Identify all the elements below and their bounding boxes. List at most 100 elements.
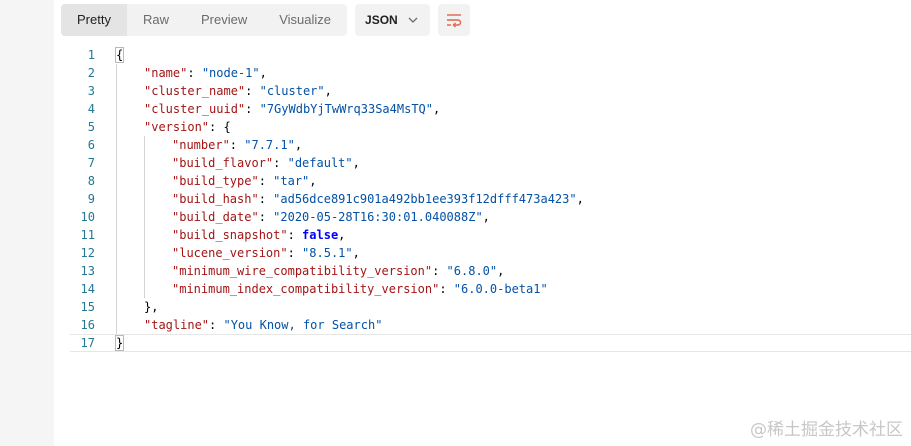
- code-line-content: {: [114, 46, 125, 64]
- code-line-content: },: [144, 298, 158, 316]
- code-line: 13 "minimum_wire_compatibility_version": …: [70, 262, 911, 280]
- code-line: 5 "version": {: [70, 118, 911, 136]
- json-code-viewer[interactable]: 1{2 "name": "node-1", 3 "cluster_name": "cl…: [70, 46, 911, 352]
- json-punctuation: },: [144, 300, 159, 314]
- line-number: 14: [80, 282, 95, 296]
- line-number: 17: [80, 336, 95, 350]
- json-punctuation: ,: [309, 174, 317, 188]
- tab-pretty[interactable]: Pretty: [61, 4, 127, 36]
- json-key: "version": [144, 120, 210, 134]
- indent-guide: [144, 244, 145, 262]
- json-punctuation: :: [245, 102, 260, 116]
- indent-guide: [144, 136, 145, 154]
- code-line-content: "cluster_uuid": "7GyWdbYjTwWrq33Sa4MsTQ"…: [144, 100, 440, 118]
- code-line: 8 "build_type": "tar",: [70, 172, 911, 190]
- indent-guide: [116, 136, 117, 154]
- line-number: 1: [87, 48, 95, 62]
- line-number: 11: [80, 228, 95, 242]
- json-key: "cluster_uuid": [144, 102, 246, 116]
- indent-guide: [116, 100, 117, 118]
- json-string-value: "6.0.0-beta1": [453, 282, 548, 296]
- json-key: "name": [144, 66, 188, 80]
- code-line: 16 "tagline": "You Know, for Search": [70, 316, 911, 334]
- watermark: @稀土掘金技术社区: [750, 420, 903, 440]
- indent-guide: [116, 262, 117, 280]
- code-line-content: "build_type": "tar",: [172, 172, 317, 190]
- code-line-content: "minimum_wire_compatibility_version": "6…: [172, 262, 504, 280]
- code-line-content: "tagline": "You Know, for Search": [144, 316, 382, 334]
- json-punctuation: :: [287, 228, 303, 242]
- line-number: 3: [87, 84, 95, 98]
- json-punctuation: ,: [482, 210, 490, 224]
- indent-guide: [116, 172, 117, 190]
- json-string-value: "tar": [273, 174, 310, 188]
- line-number: 13: [80, 264, 95, 278]
- code-line: 1{: [70, 46, 911, 64]
- code-line-content: "build_hash": "ad56dce891c901a492bb1ee39…: [172, 190, 584, 208]
- json-punctuation: ,: [324, 84, 332, 98]
- indent-guide: [144, 208, 145, 226]
- indent-guide: [116, 226, 117, 244]
- line-number: 16: [80, 318, 95, 332]
- view-mode-tabs: Pretty Raw Preview Visualize: [61, 4, 348, 36]
- code-line-content: "lucene_version": "8.5.1",: [172, 244, 360, 262]
- json-punctuation: :: [432, 264, 447, 278]
- json-key: "number": [172, 138, 230, 152]
- wrap-lines-button[interactable]: [438, 4, 471, 36]
- json-boolean-value: false: [302, 228, 339, 242]
- code-line: 17}: [70, 334, 911, 352]
- json-punctuation: {: [114, 47, 125, 63]
- code-line: 4 "cluster_uuid": "7GyWdbYjTwWrq33Sa4MsTQ…: [70, 100, 911, 118]
- tab-preview[interactable]: Preview: [185, 4, 263, 36]
- line-number: 7: [87, 156, 95, 170]
- indent-guide: [116, 154, 117, 172]
- tab-visualize[interactable]: Visualize: [263, 4, 347, 36]
- json-key: "cluster_name": [144, 84, 246, 98]
- json-key: "build_flavor": [172, 156, 274, 170]
- code-line-content: "minimum_index_compatibility_version": "…: [172, 280, 548, 298]
- wrap-lines-icon: [447, 14, 462, 28]
- code-line: 9 "build_hash": "ad56dce891c901a492bb1ee3…: [70, 190, 911, 208]
- json-key: "minimum_index_compatibility_version": [172, 282, 440, 296]
- code-line: 11 "build_snapshot": false,: [70, 226, 911, 244]
- indent-guide: [144, 262, 145, 280]
- chevron-down-icon: [408, 17, 418, 23]
- indent-guide: [144, 226, 145, 244]
- json-string-value: "ad56dce891c901a492bb1ee393f12dfff473a42…: [273, 192, 577, 206]
- line-number: 5: [87, 120, 95, 134]
- line-number: 10: [80, 210, 95, 224]
- json-string-value: "7GyWdbYjTwWrq33Sa4MsTQ": [259, 102, 433, 116]
- json-key: "tagline": [144, 318, 210, 332]
- format-dropdown[interactable]: JSON: [355, 4, 431, 36]
- code-line-content: }: [114, 335, 125, 351]
- json-string-value: "6.8.0": [446, 264, 498, 278]
- json-key: "minimum_wire_compatibility_version": [172, 264, 433, 278]
- indent-guide: [116, 82, 117, 100]
- json-string-value: "You Know, for Search": [223, 318, 383, 332]
- json-punctuation: : {: [209, 120, 231, 134]
- json-punctuation: ,: [433, 102, 441, 116]
- tab-raw[interactable]: Raw: [127, 4, 185, 36]
- line-number: 15: [80, 300, 95, 314]
- indent-guide: [144, 190, 145, 208]
- indent-guide: [116, 280, 117, 298]
- line-number: 2: [87, 66, 95, 80]
- code-line-content: "cluster_name": "cluster",: [144, 82, 332, 100]
- json-string-value: "default": [287, 156, 353, 170]
- indent-guide: [144, 154, 145, 172]
- indent-guide: [144, 172, 145, 190]
- json-key: "build_date": [172, 210, 259, 224]
- json-string-value: "cluster": [259, 84, 325, 98]
- code-line-content: "build_date": "2020-05-28T16:30:01.04008…: [172, 208, 490, 226]
- line-number: 4: [87, 102, 95, 116]
- code-line: 14 "minimum_index_compatibility_version":…: [70, 280, 911, 298]
- code-line-content: "name": "node-1",: [144, 64, 267, 82]
- code-line: 7 "build_flavor": "default",: [70, 154, 911, 172]
- code-line: 2 "name": "node-1",: [70, 64, 911, 82]
- json-punctuation: :: [287, 246, 303, 260]
- code-line-content: "version": {: [144, 118, 231, 136]
- json-punctuation: :: [258, 174, 274, 188]
- code-line: 12 "lucene_version": "8.5.1",: [70, 244, 911, 262]
- json-punctuation: }: [114, 335, 125, 351]
- indent-guide: [116, 244, 117, 262]
